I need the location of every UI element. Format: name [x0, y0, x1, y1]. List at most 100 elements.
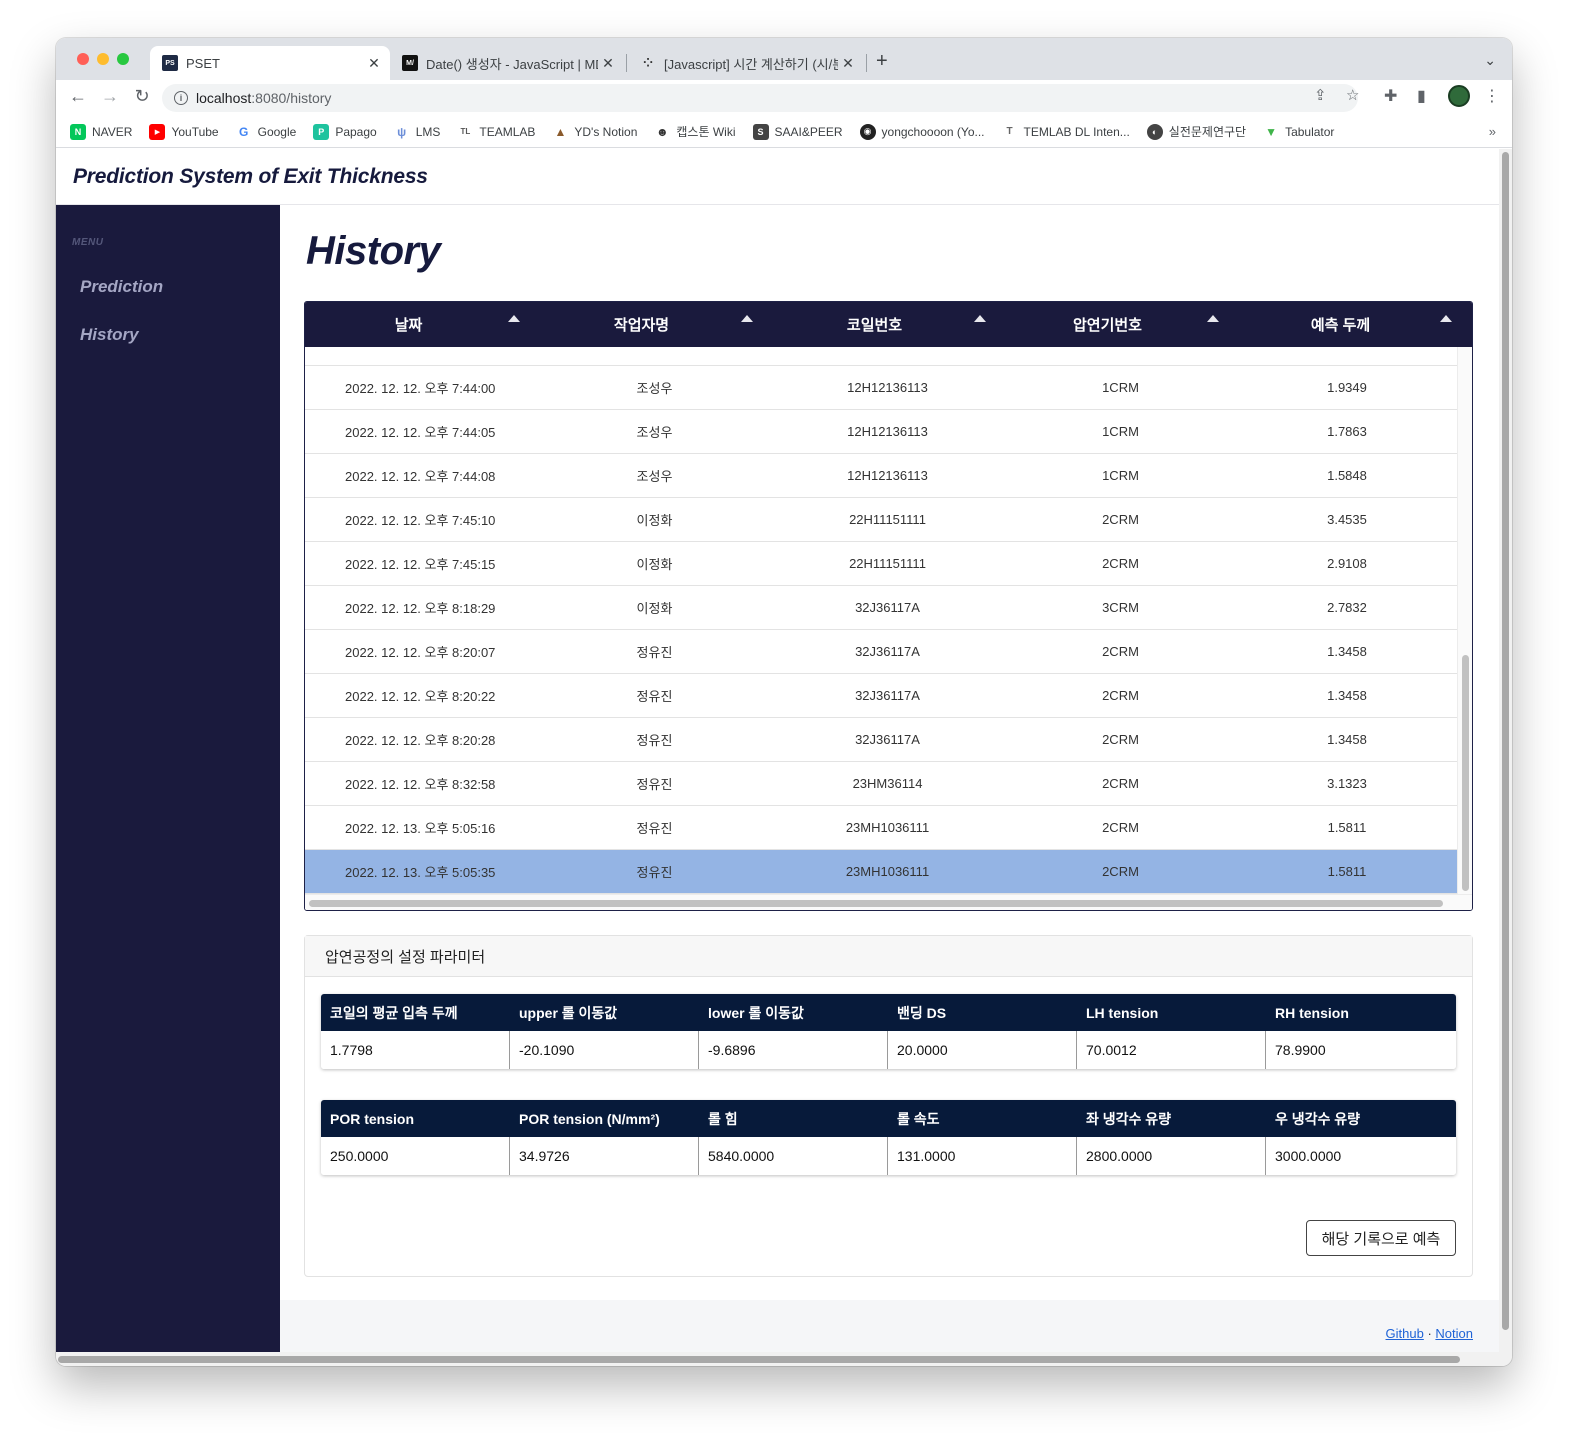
parameter-header: lower 롤 이동값: [708, 1004, 804, 1021]
bookmark-papago[interactable]: P Papago: [313, 123, 377, 140]
notion-link[interactable]: Notion: [1435, 1326, 1473, 1341]
bookmark-label: TEAMLAB: [479, 124, 536, 139]
cell-predicted-thickness: 1.5811: [1327, 820, 1367, 835]
bookmark-label: Papago: [335, 124, 377, 139]
parameter-value: 70.0012: [1077, 1031, 1266, 1069]
tab-search-chevron-icon[interactable]: ⌄: [1484, 52, 1496, 69]
maximize-window-button[interactable]: [117, 53, 129, 65]
table-row[interactable]: 2022. 12. 12. 오후 7:45:10 이정화 22H11151111 2C…: [305, 498, 1457, 542]
bookmark-label: yongchoooon (Yo...: [881, 124, 985, 139]
scrollbar-thumb[interactable]: [1462, 655, 1469, 891]
minimize-window-button[interactable]: [97, 53, 109, 65]
tab-javascript-time[interactable]: ⁘ [Javascript] 시간 계산하기 (시/분/ ✕: [628, 46, 864, 80]
sort-arrow-icon[interactable]: [974, 315, 986, 322]
tab-mdn[interactable]: M/ Date() 생성자 - JavaScript | MDN ✕: [390, 46, 624, 80]
sidebar-item-history[interactable]: History: [80, 325, 139, 345]
table-row-partial[interactable]: [305, 347, 1457, 366]
table-row[interactable]: 2022. 12. 12. 오후 8:18:29 이정화 32J36117A 3CRM…: [305, 586, 1457, 630]
page-vertical-scrollbar[interactable]: [1499, 149, 1512, 1352]
bookmark-yd-notion[interactable]: ▲ YD's Notion: [552, 124, 637, 140]
profile-avatar[interactable]: [1448, 85, 1470, 107]
cell-mill-number: 2CRM: [1102, 688, 1139, 703]
bookmark-saai-peer[interactable]: S SAAI&PEER: [752, 123, 843, 140]
main-content: History 날짜 작업자명 코일번호 압연기번호 예측 두께 2022. 1…: [280, 205, 1499, 1300]
table-horizontal-scrollbar[interactable]: [305, 894, 1472, 910]
bookmark-youtube[interactable]: ▶ YouTube: [149, 123, 219, 140]
cell-coil-number: 12H12136113: [847, 380, 928, 395]
address-bar[interactable]: i localhost:8080/history: [162, 84, 1358, 112]
new-tab-plus-icon[interactable]: +: [876, 50, 888, 73]
bookmark-lms[interactable]: ψ LMS: [394, 124, 440, 140]
bookmark-label: 실전문제연구단: [1168, 125, 1247, 139]
bookmark-research-group[interactable]: ◐ 실전문제연구단: [1146, 123, 1247, 140]
url-host: localhost: [196, 90, 252, 106]
extensions-puzzle-icon[interactable]: ✚: [1384, 86, 1397, 106]
column-header-predicted-thickness[interactable]: 예측 두께: [1237, 302, 1470, 347]
cell-predicted-thickness: 1.7863: [1327, 424, 1367, 439]
parameter-header: 밴딩 DS: [897, 1004, 947, 1021]
table-vertical-scrollbar[interactable]: [1457, 347, 1472, 894]
table-row[interactable]: 2022. 12. 12. 오후 7:44:08 조성우 12H12136113 1C…: [305, 454, 1457, 498]
parameter-header: RH tension: [1275, 1004, 1349, 1021]
cell-date: 2022. 12. 12. 오후 8:20:28: [345, 733, 496, 748]
column-header-worker[interactable]: 작업자명: [538, 302, 771, 347]
github-link[interactable]: Github: [1386, 1326, 1424, 1341]
site-title[interactable]: Prediction System of Exit Thickness: [73, 165, 428, 189]
bookmark-github[interactable]: ◉ yongchoooon (Yo...: [859, 123, 985, 140]
bookmark-temlab-dl[interactable]: T TEMLAB DL Inten...: [1002, 124, 1129, 140]
site-info-icon[interactable]: i: [174, 91, 188, 105]
cell-mill-number: 2CRM: [1102, 820, 1139, 835]
sidebar-item-prediction[interactable]: Prediction: [80, 277, 163, 297]
sort-arrow-icon[interactable]: [1440, 315, 1452, 322]
close-icon[interactable]: ✕: [364, 55, 384, 72]
table-row[interactable]: 2022. 12. 12. 오후 7:45:15 이정화 22H11151111 2C…: [305, 542, 1457, 586]
bookmark-teamlab[interactable]: TL TEAMLAB: [457, 124, 535, 140]
tab-pset[interactable]: PS PSET ✕: [150, 46, 390, 80]
parameter-value: -20.1090: [510, 1031, 699, 1069]
table-row[interactable]: 2022. 12. 12. 오후 7:44:00 조성우 12H12136113 1C…: [305, 366, 1457, 410]
github-icon: ◉: [859, 123, 876, 140]
back-arrow-icon[interactable]: ←: [66, 86, 90, 107]
bookmark-naver[interactable]: N NAVER: [70, 123, 132, 140]
close-icon[interactable]: ✕: [598, 55, 618, 72]
table-row[interactable]: 2022. 12. 12. 오후 8:20:28 정유진 32J36117A 2CRM…: [305, 718, 1457, 762]
cell-predicted-thickness: 3.4535: [1327, 512, 1367, 527]
column-header-mill-number[interactable]: 압연기번호: [1004, 302, 1237, 347]
table-row[interactable]: 2022. 12. 12. 오후 8:20:07 정유진 32J36117A 2CRM…: [305, 630, 1457, 674]
bookmark-label: Tabulator: [1285, 124, 1335, 139]
bookmark-label: 캡스톤 Wiki: [676, 125, 736, 139]
table-row[interactable]: 2022. 12. 12. 오후 8:32:58 정유진 23HM36114 2CRM…: [305, 762, 1457, 806]
sort-arrow-icon[interactable]: [741, 315, 753, 322]
kebab-menu-icon[interactable]: ⋮: [1484, 86, 1500, 106]
table-row[interactable]: 2022. 12. 13. 오후 5:05:35 정유진 23MH1036111 2C…: [305, 850, 1457, 894]
bookmark-star-icon[interactable]: ☆: [1346, 86, 1359, 104]
close-window-button[interactable]: [77, 53, 89, 65]
scrollbar-thumb[interactable]: [1502, 152, 1509, 1330]
page-horizontal-scrollbar[interactable]: [56, 1352, 1512, 1366]
table-row[interactable]: 2022. 12. 13. 오후 5:05:16 정유진 23MH1036111 2C…: [305, 806, 1457, 850]
cell-predicted-thickness: 2.7832: [1327, 600, 1367, 615]
table-row[interactable]: 2022. 12. 12. 오후 7:44:05 조성우 12H12136113 1C…: [305, 410, 1457, 454]
sidebar: MENU Prediction History: [56, 205, 280, 1352]
sort-arrow-icon[interactable]: [1207, 315, 1219, 322]
predict-with-record-button[interactable]: 해당 기록으로 예측: [1306, 1220, 1456, 1256]
more-bookmarks-chevron-icon[interactable]: »: [1489, 124, 1496, 139]
column-header-coil-number[interactable]: 코일번호: [771, 302, 1004, 347]
scrollbar-thumb[interactable]: [309, 900, 1443, 907]
bookmark-google[interactable]: G Google: [236, 124, 296, 140]
table-row[interactable]: 2022. 12. 12. 오후 8:20:22 정유진 32J36117A 2CRM…: [305, 674, 1457, 718]
reload-icon[interactable]: ↻: [130, 86, 154, 107]
sort-arrow-icon[interactable]: [508, 315, 520, 322]
side-panel-icon[interactable]: ▮: [1417, 86, 1426, 106]
share-icon[interactable]: ⇪: [1314, 86, 1327, 104]
cell-predicted-thickness: 1.9349: [1327, 380, 1367, 395]
bookmark-capstone-wiki[interactable]: ☻ 캡스톤 Wiki: [654, 123, 735, 140]
parameter-header: POR tension (N/mm²): [519, 1110, 660, 1127]
close-icon[interactable]: ✕: [838, 55, 858, 72]
cell-worker: 정유진: [636, 733, 673, 748]
cell-worker: 정유진: [636, 865, 673, 880]
scrollbar-thumb[interactable]: [58, 1356, 1460, 1363]
column-header-date[interactable]: 날짜: [305, 302, 538, 347]
bookmark-tabulator[interactable]: ▼ Tabulator: [1263, 124, 1334, 140]
forward-arrow-icon[interactable]: →: [98, 86, 122, 107]
